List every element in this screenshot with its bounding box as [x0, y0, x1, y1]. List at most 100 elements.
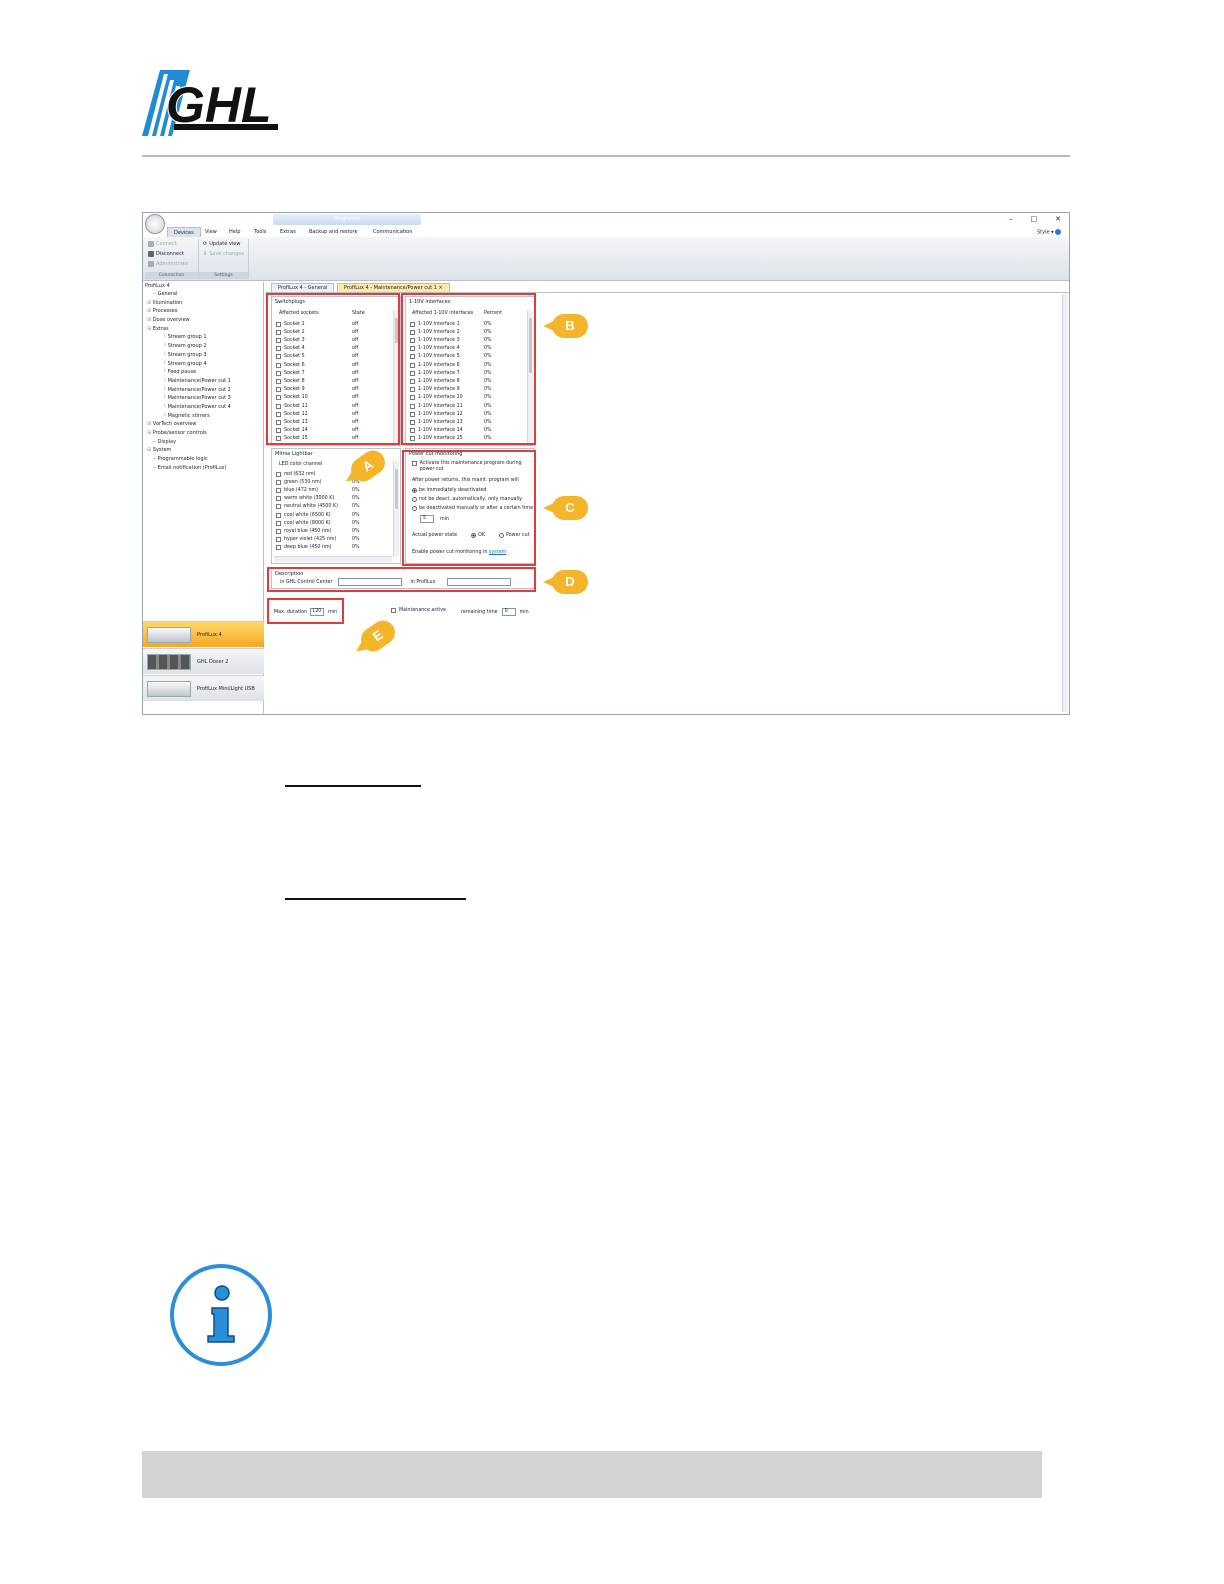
item-label: deep blue (450 nm) [284, 545, 332, 551]
maintenance-active-checkbox[interactable]: Maintenance active [391, 608, 446, 613]
remaining-label: remaining time [461, 609, 498, 615]
tab-devices[interactable]: Devices [167, 227, 201, 237]
maximize-button[interactable]: □ [1031, 215, 1038, 223]
tree-item[interactable]: └ Maintenance/Power cut 4 [143, 403, 263, 412]
highlight-b [401, 293, 536, 445]
tree-root[interactable]: ProfiLux 4 [143, 282, 263, 290]
tree-item[interactable]: └ Maintenance/Power cut 3 [143, 394, 263, 403]
item-value: 0% [352, 487, 360, 493]
group-label-settings: Settings [199, 272, 248, 279]
checkbox[interactable] [276, 512, 281, 518]
tree-item[interactable]: └ Stream group 1 [143, 333, 263, 342]
tree-item-label: Maintenance/Power cut 2 [167, 386, 231, 393]
tree-item[interactable]: ─ Programmable logic [143, 455, 263, 464]
tree-item-label: Programmable logic [157, 456, 208, 463]
tree-item[interactable]: └ Maintenance/Power cut 2 [143, 386, 263, 395]
tree-item[interactable]: ⊞ Dose overview [143, 316, 263, 325]
tab-extras[interactable]: Extras [274, 227, 302, 237]
checkbox[interactable] [276, 528, 281, 534]
item-value: 0% [352, 537, 360, 543]
mitras-title: Mitras Lightbar [275, 451, 313, 457]
tab-communication[interactable]: Communication [367, 227, 418, 237]
list-item[interactable]: royal blue (450 nm) 0% [276, 527, 391, 535]
checkbox[interactable] [276, 487, 281, 493]
scrollbar[interactable] [393, 461, 399, 557]
tree-item[interactable]: └ Stream group 4 [143, 360, 263, 369]
list-item[interactable]: warm white (3000 K) 0% [276, 495, 391, 503]
unlock-icon [148, 251, 154, 257]
tree-item-label: Maintenance/Power cut 1 [167, 377, 231, 384]
list-item[interactable]: green (530 nm) 0% [276, 478, 391, 486]
admin-icon [148, 261, 154, 267]
item-label: cool white (6500 K) [284, 512, 331, 518]
tab-help[interactable]: Help [223, 227, 246, 237]
item-label: blue (472 nm) [284, 487, 319, 493]
item-value: 0% [352, 504, 360, 510]
tree-item-label: Email notification (ProfiLux) [157, 464, 227, 471]
connection-group: Connect Disconnect Administrate Connecti… [145, 239, 199, 279]
list-item[interactable]: deep blue (450 nm) 0% [276, 544, 391, 552]
checkbox[interactable] [276, 471, 281, 477]
tree-item[interactable]: ⊞ Probe/sensor controls [143, 429, 263, 438]
minimize-button[interactable]: – [1009, 215, 1013, 223]
tree-item[interactable]: ─ Display [143, 438, 263, 447]
device-profilux-mini[interactable]: ProfiLux Mini/Light USB [143, 675, 264, 701]
remaining-unit: min [519, 609, 529, 615]
tree-item[interactable]: └ Magnetic stirrers [143, 412, 263, 421]
tab-backup[interactable]: Backup and restore [303, 227, 364, 237]
tab-profilux-general[interactable]: ProfiLux 4 - General [271, 283, 335, 292]
list-item[interactable]: cool white (8000 K) 0% [276, 519, 391, 527]
help-icon[interactable] [1055, 229, 1062, 235]
device-profilux4[interactable]: ProfiLux 4 [143, 621, 264, 647]
ghl-logo: GHL [142, 70, 278, 136]
tree-item[interactable]: ⊞ Processes [143, 307, 263, 316]
tab-view[interactable]: View [199, 227, 223, 237]
connect-button[interactable]: Connect [148, 241, 177, 247]
device-doser[interactable]: GHL Doser 2 [143, 648, 264, 674]
highlight-a [266, 293, 400, 445]
h-scrollbar[interactable] [274, 556, 392, 562]
tree-item[interactable]: └ Maintenance/Power cut 1 [143, 377, 263, 386]
tree-item[interactable]: ⊞ VorTech overview [143, 420, 263, 429]
highlight-e [267, 598, 344, 624]
checkbox[interactable] [276, 537, 281, 543]
tree-item[interactable]: ⊞ Extras [143, 325, 263, 334]
checkbox[interactable] [276, 545, 281, 551]
list-item[interactable]: blue (472 nm) 0% [276, 486, 391, 494]
style-menu[interactable]: Style ▾ [1037, 229, 1062, 236]
list-item[interactable]: cool white (6500 K) 0% [276, 511, 391, 519]
tree-item[interactable]: ─ Email notification (ProfiLux) [143, 464, 263, 473]
tree-item-label: Stream group 4 [167, 360, 207, 367]
tree-item[interactable]: └ Feed pause [143, 368, 263, 377]
list-item[interactable]: neutral white (4500 K) 0% [276, 503, 391, 511]
tree-item[interactable]: └ Stream group 2 [143, 342, 263, 351]
footer-bar [142, 1451, 1042, 1498]
tree-item[interactable]: ─ General [143, 290, 263, 299]
item-value: 0% [352, 512, 360, 518]
tree-item[interactable]: └ Stream group 3 [143, 351, 263, 360]
item-value: 0% [352, 520, 360, 526]
disconnect-button[interactable]: Disconnect [148, 251, 184, 257]
save-changes-button[interactable]: ⬇ Save changes [203, 251, 244, 257]
administrate-button[interactable]: Administrate [148, 261, 188, 267]
tree-item-label: Stream group 2 [167, 343, 207, 350]
update-view-button[interactable]: ⟳ Update view [203, 241, 240, 247]
tree-item-label: Magnetic stirrers [167, 412, 210, 419]
item-label: royal blue (450 nm) [284, 528, 332, 534]
tree-item-label: Stream group 1 [167, 334, 207, 341]
tree-item[interactable]: ⊞ Illumination [143, 299, 263, 308]
main-scrollbar[interactable] [1062, 294, 1068, 712]
tab-maintenance-powercut[interactable]: ProfiLux 4 - Maintenance/Power cut 1 × [337, 283, 450, 292]
tab-tools[interactable]: Tools [248, 227, 272, 237]
list-item[interactable]: hyper violet (425 nm) 0% [276, 536, 391, 544]
item-label: neutral white (4500 K) [284, 504, 338, 510]
tree-item[interactable]: ⊞ System [143, 446, 263, 455]
col-led-channel: LED color channel [279, 462, 323, 467]
checkbox[interactable] [276, 504, 281, 510]
item-value: 0% [352, 528, 360, 534]
checkbox[interactable] [276, 479, 281, 485]
app-orb[interactable] [145, 214, 165, 234]
close-button[interactable]: ✕ [1055, 215, 1061, 223]
checkbox[interactable] [276, 496, 281, 502]
checkbox[interactable] [276, 520, 281, 526]
